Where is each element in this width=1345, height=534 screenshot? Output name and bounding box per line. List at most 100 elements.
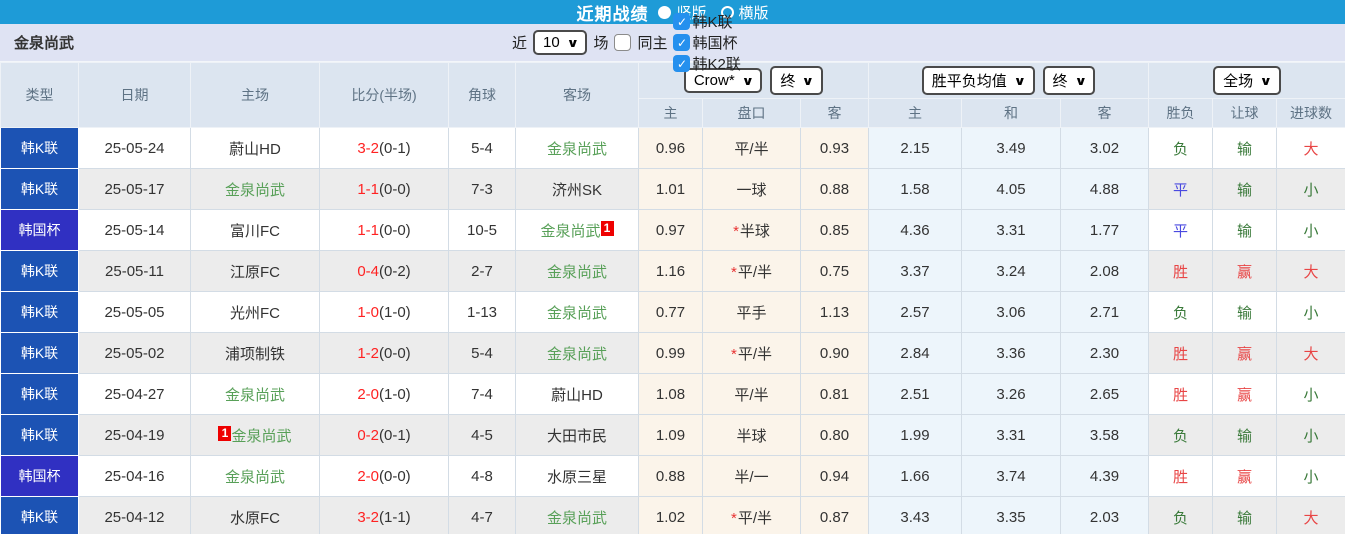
score-cell: 1-1(0-0) xyxy=(319,168,449,210)
odds-stage-select[interactable]: 终 ∨ xyxy=(770,66,824,95)
avg-home: 1.99 xyxy=(868,414,963,456)
handicap-text: 平/半 xyxy=(737,509,772,527)
table-row: 韩K联 25-05-05 光州FC 1-0(1-0) 1-13 金泉尚武 0.7… xyxy=(0,291,1345,333)
away-team-name[interactable]: 蔚山HD xyxy=(551,387,603,404)
star-icon: * xyxy=(733,222,739,240)
handicap-text: 平手 xyxy=(736,304,767,322)
table-row: 韩K联 25-04-27 金泉尚武 2-0(1-0) 7-4 蔚山HD 1.08… xyxy=(0,373,1345,415)
subcol-avg-away: 客 xyxy=(1060,98,1150,128)
odds-home: 1.01 xyxy=(638,168,703,210)
corners-cell: 5-4 xyxy=(448,127,516,169)
subcol-handicap-result: 让球 xyxy=(1212,98,1278,128)
halftime-score: (1-1) xyxy=(379,508,411,526)
result-goals: 大 xyxy=(1276,332,1345,374)
avg-draw: 3.26 xyxy=(961,373,1062,415)
avg-stage-select[interactable]: 终 ∨ xyxy=(1042,66,1096,95)
checkbox-checked-icon[interactable]: ✓ xyxy=(673,34,691,51)
result-goals: 小 xyxy=(1276,291,1345,333)
radio-horizontal-label[interactable]: 横版 xyxy=(739,2,769,23)
result-goals: 小 xyxy=(1276,209,1345,251)
odds-away: 0.93 xyxy=(799,127,870,169)
handicap-text: 半球 xyxy=(739,222,770,240)
away-team-name[interactable]: 水原三星 xyxy=(547,469,607,486)
score-cell: 2-0(1-0) xyxy=(319,373,449,415)
same-venue-checkbox[interactable] xyxy=(614,34,632,51)
odds-home: 0.97 xyxy=(638,209,703,251)
away-team-name[interactable]: 金泉尚武 xyxy=(540,223,600,240)
odds-handicap: 平/半 xyxy=(702,373,801,415)
filter-toolbar: 金泉尚武 近 10 ∨ 场 同主 ✓ 韩K联 ✓ 韩国杯 ✓ 韩K2联 xyxy=(0,13,1345,73)
result-wdl: 平 xyxy=(1148,168,1214,210)
home-team-name[interactable]: 光州FC xyxy=(230,305,280,322)
away-team-name[interactable]: 金泉尚武 xyxy=(547,346,607,363)
away-team-name[interactable]: 金泉尚武 xyxy=(547,141,607,158)
league-filter[interactable]: ✓ 韩国杯 xyxy=(673,32,740,53)
avg-draw: 3.24 xyxy=(961,250,1062,292)
league-filter-label[interactable]: 韩K2联 xyxy=(692,53,740,74)
type-badge: 韩K联 xyxy=(0,496,79,534)
corners-cell: 1-13 xyxy=(448,291,516,333)
away-team-name[interactable]: 济州SK xyxy=(552,182,602,199)
avg-type-select[interactable]: 胜平负均值 ∨ xyxy=(921,66,1035,95)
result-wdl: 负 xyxy=(1148,496,1214,534)
home-team-cell: 蔚山HD xyxy=(190,127,320,169)
match-date: 25-05-11 xyxy=(78,250,191,292)
away-team-cell: 水原三星 xyxy=(515,455,639,497)
fulltime-score: 1-1 xyxy=(357,180,379,198)
odds-handicap: 平手 xyxy=(702,291,801,333)
home-team-cell: 浦项制铁 xyxy=(190,332,320,374)
result-goals: 小 xyxy=(1276,373,1345,415)
table-row: 韩K联 25-04-12 水原FC 3-2(1-1) 4-7 金泉尚武 1.02… xyxy=(0,496,1345,534)
subcol-goals: 进球数 xyxy=(1276,98,1345,128)
match-count-select[interactable]: 10 ∨ xyxy=(533,30,588,55)
page-title: 近期战绩 xyxy=(576,4,649,24)
result-goals: 大 xyxy=(1276,127,1345,169)
col-corners: 角球 xyxy=(448,62,516,128)
odds-home: 0.96 xyxy=(638,127,703,169)
subcol-wdl: 胜负 xyxy=(1148,98,1214,128)
home-team-name[interactable]: 金泉尚武 xyxy=(225,469,285,486)
result-wdl: 胜 xyxy=(1148,455,1214,497)
radio-selected-icon[interactable] xyxy=(658,5,672,19)
league-filter[interactable]: ✓ 韩K2联 xyxy=(673,53,741,74)
league-filter-label[interactable]: 韩K联 xyxy=(692,11,732,32)
col-date: 日期 xyxy=(78,62,191,128)
away-team-name[interactable]: 金泉尚武 xyxy=(547,264,607,281)
home-team-name[interactable]: 江原FC xyxy=(230,264,280,281)
halftime-score: (1-0) xyxy=(379,303,411,321)
away-team-name[interactable]: 大田市民 xyxy=(547,428,607,445)
games-label: 场 xyxy=(593,35,609,52)
type-badge: 韩K联 xyxy=(0,250,79,292)
checkbox-checked-icon[interactable]: ✓ xyxy=(673,13,691,30)
home-team-name[interactable]: 富川FC xyxy=(230,223,280,240)
chevron-down-icon: ∨ xyxy=(1259,73,1273,88)
odds-away: 0.81 xyxy=(799,373,870,415)
type-badge: 韩国杯 xyxy=(0,455,79,497)
away-team-cell: 蔚山HD xyxy=(515,373,639,415)
home-team-name[interactable]: 蔚山HD xyxy=(229,141,281,158)
fulltime-score: 1-2 xyxy=(357,344,379,362)
odds-home: 0.88 xyxy=(638,455,703,497)
subcol-avg-home: 主 xyxy=(868,98,963,128)
home-team-cell: 江原FC xyxy=(190,250,320,292)
scope-select[interactable]: 全场 ∨ xyxy=(1213,66,1281,95)
avg-away: 3.58 xyxy=(1060,414,1150,456)
away-team-cell: 金泉尚武 xyxy=(515,291,639,333)
away-team-name[interactable]: 金泉尚武 xyxy=(547,510,607,527)
avg-home: 3.43 xyxy=(868,496,963,534)
home-team-name[interactable]: 金泉尚武 xyxy=(225,182,285,199)
result-wdl: 负 xyxy=(1148,127,1214,169)
odds-away: 0.94 xyxy=(799,455,870,497)
checkbox-checked-icon[interactable]: ✓ xyxy=(673,55,691,72)
home-team-name[interactable]: 金泉尚武 xyxy=(225,387,285,404)
league-filter[interactable]: ✓ 韩K联 xyxy=(673,11,740,32)
league-filter-label[interactable]: 韩国杯 xyxy=(692,32,737,53)
home-team-name[interactable]: 金泉尚武 xyxy=(231,428,291,445)
home-team-name[interactable]: 浦项制铁 xyxy=(225,346,285,363)
subcol-handicap: 盘口 xyxy=(702,98,801,128)
team-name: 金泉尚武 xyxy=(14,35,75,52)
away-team-name[interactable]: 金泉尚武 xyxy=(547,305,607,322)
home-team-name[interactable]: 水原FC xyxy=(230,510,280,527)
halftime-score: (0-0) xyxy=(379,221,411,239)
avg-home: 2.51 xyxy=(868,373,963,415)
